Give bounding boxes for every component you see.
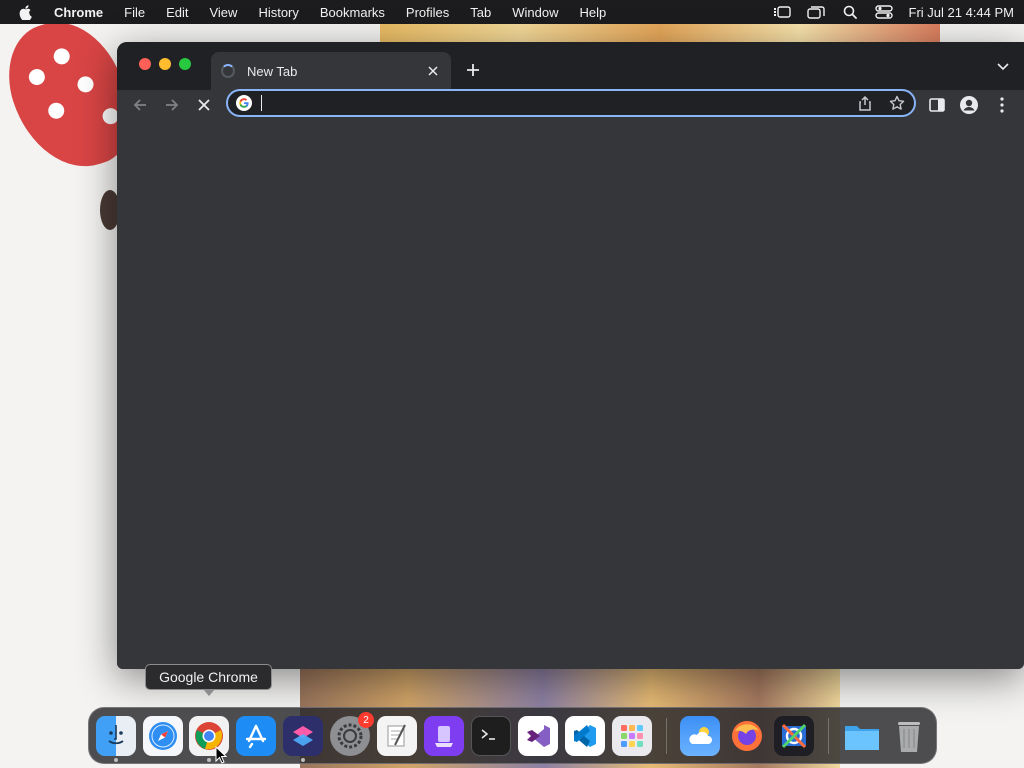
mission-control-icon[interactable] bbox=[806, 5, 825, 19]
tab-strip: New Tab bbox=[117, 42, 1024, 90]
tab-title: New Tab bbox=[247, 63, 298, 79]
menu-bar: Chrome File Edit View History Bookmarks … bbox=[0, 0, 1024, 24]
menu-view[interactable]: View bbox=[209, 5, 237, 20]
instruments-icon[interactable] bbox=[774, 716, 814, 756]
browser-toolbar bbox=[117, 89, 1024, 120]
dock-separator bbox=[828, 718, 829, 754]
simulator-icon[interactable] bbox=[424, 716, 464, 756]
dock-running-indicator bbox=[114, 758, 118, 762]
control-center-icon[interactable] bbox=[874, 5, 893, 19]
spotlight-search-icon[interactable] bbox=[841, 5, 859, 19]
menu-edit[interactable]: Edit bbox=[166, 5, 188, 20]
menu-profiles[interactable]: Profiles bbox=[406, 5, 449, 20]
profile-avatar-icon[interactable] bbox=[957, 93, 981, 117]
side-panel-icon[interactable] bbox=[925, 93, 949, 117]
menu-history[interactable]: History bbox=[258, 5, 298, 20]
app-store-icon[interactable] bbox=[236, 716, 276, 756]
loading-spinner-icon bbox=[221, 64, 235, 78]
share-icon[interactable] bbox=[856, 94, 874, 112]
stage-manager-icon[interactable] bbox=[773, 5, 791, 19]
weather-icon[interactable] bbox=[680, 716, 720, 756]
downloads-folder-icon[interactable] bbox=[842, 716, 882, 756]
menu-window[interactable]: Window bbox=[512, 5, 558, 20]
apple-menu-icon[interactable] bbox=[18, 4, 34, 20]
launchpad-icon[interactable] bbox=[612, 716, 652, 756]
visual-studio-code-icon[interactable] bbox=[565, 716, 605, 756]
menu-help[interactable]: Help bbox=[580, 5, 607, 20]
dock-running-indicator bbox=[301, 758, 305, 762]
finder-icon[interactable] bbox=[96, 716, 136, 756]
tab-new-tab[interactable]: New Tab bbox=[211, 52, 451, 90]
window-close-button[interactable] bbox=[139, 58, 151, 70]
tooltip-arrow bbox=[203, 689, 215, 696]
firefox-icon[interactable] bbox=[727, 716, 767, 756]
new-tab-button[interactable] bbox=[461, 58, 485, 82]
menu-tab[interactable]: Tab bbox=[470, 5, 491, 20]
notification-badge: 2 bbox=[358, 712, 374, 728]
dock-separator bbox=[666, 718, 667, 754]
dock-running-indicator bbox=[207, 758, 211, 762]
address-bar[interactable] bbox=[226, 89, 916, 117]
shortcuts-icon[interactable] bbox=[283, 716, 323, 756]
visual-studio-icon[interactable] bbox=[518, 716, 558, 756]
menu-file[interactable]: File bbox=[124, 5, 145, 20]
stop-loading-button[interactable] bbox=[192, 93, 216, 117]
page-content-area[interactable] bbox=[117, 120, 1024, 669]
mouse-cursor-icon bbox=[215, 746, 227, 764]
trash-icon[interactable] bbox=[889, 716, 929, 756]
google-g-icon bbox=[236, 95, 252, 111]
wallpaper-strip bbox=[380, 22, 940, 44]
forward-button[interactable] bbox=[160, 93, 184, 117]
menu-bar-clock[interactable]: Fri Jul 21 4:44 PM bbox=[909, 5, 1015, 20]
address-input[interactable] bbox=[260, 93, 842, 113]
text-caret bbox=[261, 95, 262, 111]
chrome-menu-icon[interactable] bbox=[990, 93, 1014, 117]
menu-bookmarks[interactable]: Bookmarks bbox=[320, 5, 385, 20]
script-editor-icon[interactable] bbox=[377, 716, 417, 756]
tab-close-icon[interactable] bbox=[425, 63, 441, 79]
bookmark-star-icon[interactable] bbox=[888, 94, 906, 112]
safari-icon[interactable] bbox=[143, 716, 183, 756]
menu-app-name[interactable]: Chrome bbox=[54, 5, 103, 20]
dock-tooltip: Google Chrome bbox=[145, 664, 272, 690]
system-settings-icon[interactable]: 2 bbox=[330, 712, 374, 756]
window-zoom-button[interactable] bbox=[179, 58, 191, 70]
back-button[interactable] bbox=[128, 93, 152, 117]
terminal-icon[interactable] bbox=[471, 716, 511, 756]
tab-search-chevron-icon[interactable] bbox=[994, 58, 1012, 76]
chrome-window: New Tab bbox=[117, 42, 1024, 669]
window-minimize-button[interactable] bbox=[159, 58, 171, 70]
